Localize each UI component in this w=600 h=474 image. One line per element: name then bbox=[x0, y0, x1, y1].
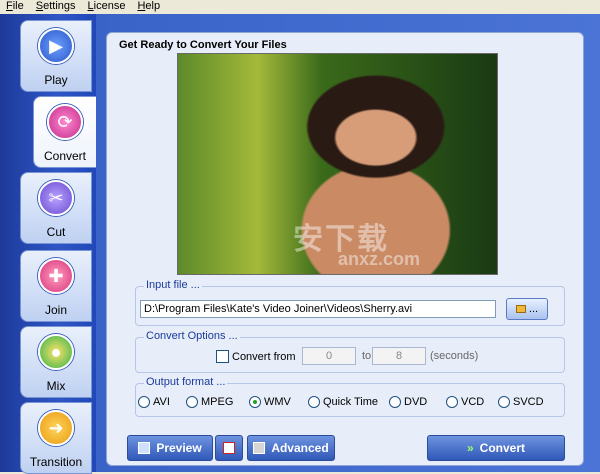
advanced-icon bbox=[253, 442, 266, 454]
filmstrip-icon bbox=[223, 442, 235, 454]
radio-quicktime[interactable] bbox=[308, 396, 320, 408]
video-preview: 安下载 anxz.com bbox=[177, 53, 498, 275]
browse-button-label: ... bbox=[528, 303, 539, 315]
join-icon: ✚ bbox=[38, 258, 74, 294]
radio-wmv[interactable] bbox=[249, 396, 261, 408]
sidebar-item-label: Play bbox=[44, 73, 68, 87]
preview-icon bbox=[138, 442, 151, 454]
sidebar-item-label: Cut bbox=[46, 225, 66, 239]
menu-license[interactable]: License bbox=[82, 0, 132, 14]
format-option-quicktime[interactable]: Quick Time bbox=[308, 396, 378, 408]
format-option-label: DVD bbox=[404, 396, 428, 408]
sidebar-item-label: Join bbox=[44, 303, 67, 317]
sidebar-item-join[interactable]: ✚ Join bbox=[20, 250, 92, 322]
format-option-svcd[interactable]: SVCD bbox=[498, 396, 544, 408]
play-icon: ▶ bbox=[38, 28, 74, 64]
menu-file-label: ile bbox=[12, 0, 24, 12]
convert-from-checkbox-row[interactable]: Convert from bbox=[216, 350, 296, 363]
format-option-label: Quick Time bbox=[323, 396, 379, 408]
advanced-button-label: Advanced bbox=[271, 441, 329, 455]
format-option-label: WMV bbox=[264, 396, 291, 408]
sidebar-item-label: Convert bbox=[43, 149, 87, 163]
menu-settings-mnemonic: S bbox=[35, 0, 44, 12]
convert-options-group: Convert Options ... Convert from 0 to 8 … bbox=[135, 330, 565, 373]
format-option-label: VCD bbox=[461, 396, 485, 408]
preview-button[interactable]: Preview bbox=[127, 435, 213, 461]
from-input[interactable]: 0 bbox=[302, 347, 356, 365]
convert-icon: ⟳ bbox=[47, 104, 83, 140]
convert-from-checkbox[interactable] bbox=[216, 350, 229, 363]
menu-license-label: icense bbox=[93, 0, 126, 12]
format-option-wmv[interactable]: WMV bbox=[249, 396, 291, 408]
browse-button[interactable]: ... bbox=[506, 298, 548, 320]
app-window: ▶ Play ⟳ Convert ✂ Cut ✚ Join ● Mix ➜ Tr… bbox=[0, 14, 600, 474]
input-file-label: Input file ... bbox=[144, 279, 202, 291]
to-label: to bbox=[362, 350, 372, 362]
format-option-label: MPEG bbox=[201, 396, 234, 408]
menu-help[interactable]: Help bbox=[131, 0, 166, 14]
sidebar-item-label: Transition bbox=[29, 455, 83, 469]
sidebar-item-convert[interactable]: ⟳ Convert bbox=[33, 96, 96, 168]
output-format-group: Output format ... AVI MPEG WMV Quick Tim… bbox=[135, 376, 565, 417]
format-option-label: AVI bbox=[153, 396, 170, 408]
preview-button-label: Preview bbox=[156, 441, 202, 455]
watermark-subtext: anxz.com bbox=[338, 249, 421, 269]
sidebar: ▶ Play ⟳ Convert ✂ Cut ✚ Join ● Mix ➜ Tr… bbox=[0, 14, 96, 474]
format-option-dvd[interactable]: DVD bbox=[389, 396, 427, 408]
format-option-label: SVCD bbox=[513, 396, 544, 408]
format-option-mpeg[interactable]: MPEG bbox=[186, 396, 233, 408]
convert-panel: Get Ready to Convert Your Files 安下载 anxz… bbox=[106, 32, 584, 466]
radio-mpeg[interactable] bbox=[186, 396, 198, 408]
convert-options-label: Convert Options ... bbox=[144, 330, 240, 342]
convert-button[interactable]: » Convert bbox=[427, 435, 565, 461]
sidebar-item-mix[interactable]: ● Mix bbox=[20, 326, 92, 398]
menu-file[interactable]: File bbox=[0, 0, 30, 14]
convert-button-label: Convert bbox=[479, 441, 526, 455]
sidebar-item-cut[interactable]: ✂ Cut bbox=[20, 172, 92, 244]
filmstrip-button[interactable] bbox=[215, 435, 243, 461]
radio-svcd[interactable] bbox=[498, 396, 510, 408]
convert-from-label: Convert from bbox=[232, 350, 296, 363]
output-format-label: Output format ... bbox=[144, 376, 228, 388]
menu-bar: File Settings License Help bbox=[0, 0, 600, 14]
to-input[interactable]: 8 bbox=[372, 347, 426, 365]
menu-help-label: elp bbox=[145, 0, 161, 12]
menu-settings[interactable]: Settings bbox=[30, 0, 82, 14]
sidebar-item-play[interactable]: ▶ Play bbox=[20, 20, 92, 92]
sidebar-item-transition[interactable]: ➜ Transition bbox=[20, 402, 92, 474]
advanced-button[interactable]: Advanced bbox=[247, 435, 335, 461]
main-content: Get Ready to Convert Your Files 安下载 anxz… bbox=[96, 14, 600, 472]
radio-dvd[interactable] bbox=[389, 396, 401, 408]
arrow-right-icon: ➜ bbox=[38, 410, 74, 446]
folder-icon bbox=[515, 305, 526, 313]
menu-file-mnemonic: F bbox=[6, 0, 13, 12]
panel-title: Get Ready to Convert Your Files bbox=[119, 39, 287, 51]
radio-vcd[interactable] bbox=[446, 396, 458, 408]
radio-avi[interactable] bbox=[138, 396, 150, 408]
mix-icon: ● bbox=[38, 334, 74, 370]
fast-forward-icon: » bbox=[466, 441, 474, 455]
menu-settings-label: ettings bbox=[43, 0, 76, 12]
sidebar-item-label: Mix bbox=[46, 379, 66, 393]
seconds-label: (seconds) bbox=[430, 350, 479, 362]
input-file-group: Input file ... D:\Program Files\Kate's V… bbox=[135, 279, 565, 326]
scissors-icon: ✂ bbox=[38, 180, 74, 216]
input-file-field[interactable]: D:\Program Files\Kate's Video Joiner\Vid… bbox=[140, 300, 496, 318]
format-option-vcd[interactable]: VCD bbox=[446, 396, 484, 408]
format-option-avi[interactable]: AVI bbox=[138, 396, 170, 408]
